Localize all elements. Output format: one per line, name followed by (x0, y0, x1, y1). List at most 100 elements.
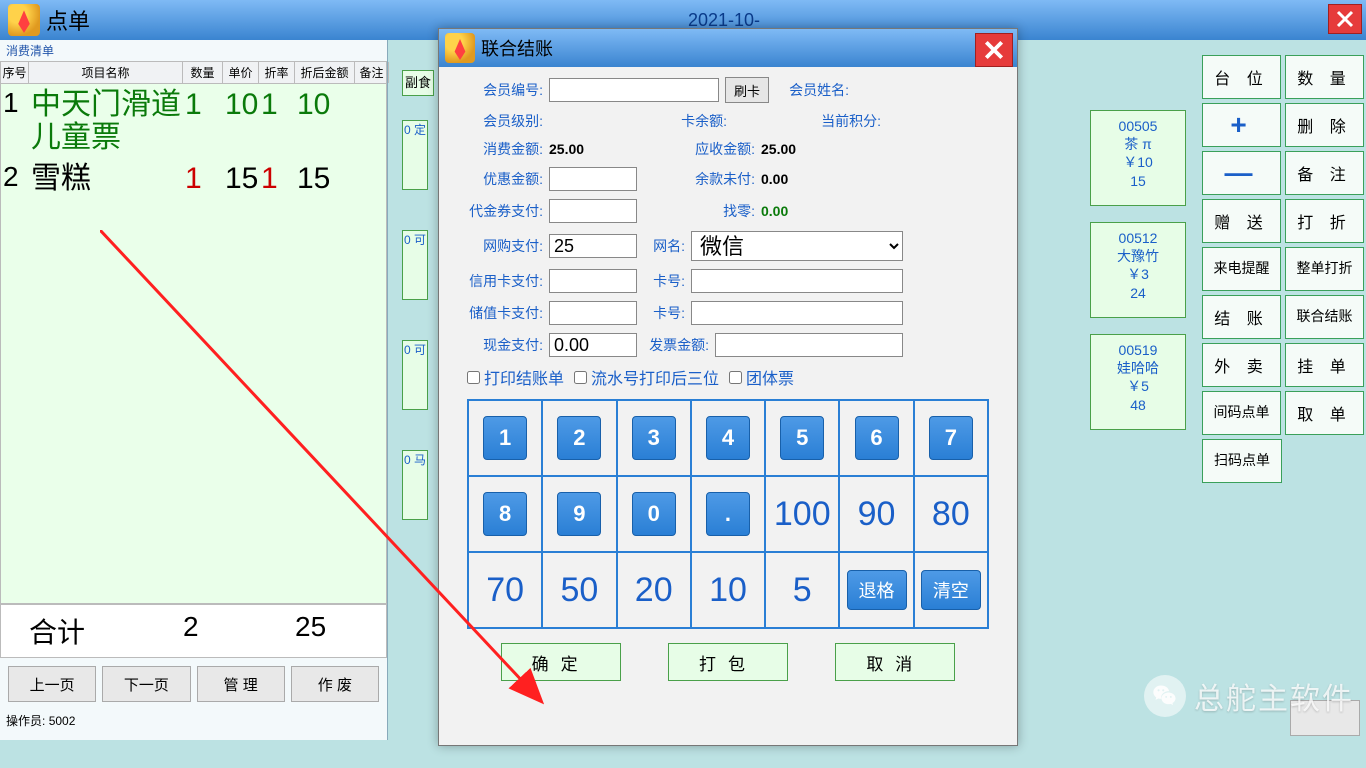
invoice-input[interactable] (715, 333, 903, 357)
hold-button[interactable]: 挂 单 (1285, 343, 1364, 387)
cell-amt: 15 (295, 158, 355, 199)
void-button[interactable]: 作 废 (291, 666, 379, 702)
table-button[interactable]: 台 位 (1202, 55, 1281, 99)
check-serial-box[interactable] (574, 371, 587, 384)
stored-card-input[interactable] (691, 301, 903, 325)
online-pay-input[interactable] (549, 234, 637, 258)
check-print-bill[interactable]: 打印结账单 (467, 365, 564, 389)
key-backspace[interactable]: 退格 (839, 552, 913, 628)
key-10[interactable]: 10 (691, 552, 765, 628)
key-8[interactable]: 8 (468, 476, 542, 552)
plus-button[interactable]: + (1202, 103, 1281, 147)
key-70[interactable]: 70 (468, 552, 542, 628)
product-sliver[interactable]: 0 定 (402, 120, 428, 190)
key-1[interactable]: 1 (468, 400, 542, 476)
stored-card-label: 卡号: (643, 303, 685, 323)
product-sliver[interactable]: 0 可 (402, 340, 428, 410)
cell-price: 10 (223, 84, 259, 158)
check-serial[interactable]: 流水号打印后三位 (574, 365, 719, 389)
key-9[interactable]: 9 (542, 476, 616, 552)
product-name: 娃哈哈 (1093, 359, 1183, 377)
key-clear[interactable]: 清空 (914, 552, 988, 628)
voucher-input[interactable] (549, 199, 637, 223)
key-80[interactable]: 80 (914, 476, 988, 552)
swipe-card-button[interactable]: 刷卡 (725, 77, 769, 103)
print-options: 打印结账单 流水号打印后三位 团体票 (467, 365, 989, 389)
stored-label: 储值卡支付: (467, 303, 543, 323)
product-sliver[interactable]: 0 可 (402, 230, 428, 300)
key-50[interactable]: 50 (542, 552, 616, 628)
confirm-button[interactable]: 确定 (501, 643, 621, 681)
next-page-button[interactable]: 下一页 (102, 666, 190, 702)
scan-order-button[interactable]: 扫码点单 (1202, 439, 1282, 483)
modal-close-button[interactable] (975, 33, 1013, 67)
operator-label: 操作员: (6, 714, 45, 728)
key-5v[interactable]: 5 (765, 552, 839, 628)
all-discount-button[interactable]: 整单打折 (1285, 247, 1364, 291)
check-group-box[interactable] (729, 371, 742, 384)
key-2[interactable]: 2 (542, 400, 616, 476)
key-dot[interactable]: . (691, 476, 765, 552)
cell-amt: 10 (295, 84, 355, 158)
checkout-button[interactable]: 结 账 (1202, 295, 1281, 339)
stored-input[interactable] (549, 301, 637, 325)
barcode-order-button[interactable]: 间码点单 (1202, 391, 1281, 435)
manage-button[interactable]: 管 理 (197, 666, 285, 702)
quantity-button[interactable]: 数 量 (1285, 55, 1364, 99)
discount-input[interactable] (549, 167, 637, 191)
cancel-button[interactable]: 取消 (835, 643, 955, 681)
retrieve-button[interactable]: 取 单 (1285, 391, 1364, 435)
main-close-button[interactable] (1328, 4, 1362, 34)
cell-qty: 1 (183, 84, 223, 158)
key-6[interactable]: 6 (839, 400, 913, 476)
order-row[interactable]: 2 雪糕 1 15 1 15 (1, 158, 386, 199)
total-label: 合计 (29, 611, 183, 651)
cell-remark (355, 158, 389, 199)
key-3[interactable]: 3 (617, 400, 691, 476)
key-90[interactable]: 90 (839, 476, 913, 552)
discount-button[interactable]: 打 折 (1285, 199, 1364, 243)
remark-button[interactable]: 备 注 (1285, 151, 1364, 195)
keypad: 1 2 3 4 5 6 7 8 9 0 . 100 90 80 70 50 20 (467, 399, 989, 629)
modal-actions: 确定 打包 取消 (467, 629, 989, 695)
joint-checkout-button[interactable]: 联合结账 (1285, 295, 1364, 339)
delete-button[interactable]: 删 除 (1285, 103, 1364, 147)
category-tab-fushi[interactable]: 副食 (402, 70, 434, 96)
cash-label: 现金支付: (467, 335, 543, 355)
check-print-bill-box[interactable] (467, 371, 480, 384)
check-group[interactable]: 团体票 (729, 365, 794, 389)
product-sliver[interactable]: 0 马 (402, 450, 428, 520)
credit-card-input[interactable] (691, 269, 903, 293)
minus-button[interactable]: — (1202, 151, 1281, 195)
takeout-button[interactable]: 外 卖 (1202, 343, 1281, 387)
product-qty: 15 (1093, 172, 1183, 190)
total-amt: 25 (295, 611, 355, 651)
credit-card-label: 卡号: (643, 271, 685, 291)
product-card[interactable]: 00505 茶 π ￥10 15 (1090, 110, 1186, 206)
joint-checkout-modal: 联合结账 会员编号: 刷卡 会员姓名: 会员级别: 卡余额: 当前积分: 消费金… (438, 28, 1018, 746)
online-name-select[interactable]: 微信 (691, 231, 903, 261)
key-5[interactable]: 5 (765, 400, 839, 476)
discount-label: 优惠金额: (467, 169, 543, 189)
key-100[interactable]: 100 (765, 476, 839, 552)
member-id-input[interactable] (549, 78, 719, 102)
order-panel: 消费清单 序号 项目名称 数量 单价 折率 折后金额 备注 1 中天门滑道儿童票… (0, 40, 388, 740)
key-0[interactable]: 0 (617, 476, 691, 552)
modal-title: 联合结账 (481, 35, 553, 61)
product-card[interactable]: 00512 大豫竹 ￥3 24 (1090, 222, 1186, 318)
order-row[interactable]: 1 中天门滑道儿童票 1 10 1 10 (1, 84, 386, 158)
product-qty: 24 (1093, 284, 1183, 302)
right-action-panel: 台 位数 量 +删 除 —备 注 赠 送打 折 来电提醒整单打折 结 账联合结账… (1202, 55, 1364, 487)
watermark: 总舵主软件 (1144, 674, 1354, 718)
credit-input[interactable] (549, 269, 637, 293)
key-7[interactable]: 7 (914, 400, 988, 476)
gift-button[interactable]: 赠 送 (1202, 199, 1281, 243)
cash-input[interactable] (549, 333, 637, 357)
caller-button[interactable]: 来电提醒 (1202, 247, 1281, 291)
pack-button[interactable]: 打包 (668, 643, 788, 681)
key-20[interactable]: 20 (617, 552, 691, 628)
key-4[interactable]: 4 (691, 400, 765, 476)
consume-label: 消费金额: (467, 139, 543, 159)
product-card[interactable]: 00519 娃哈哈 ￥5 48 (1090, 334, 1186, 430)
prev-page-button[interactable]: 上一页 (8, 666, 96, 702)
